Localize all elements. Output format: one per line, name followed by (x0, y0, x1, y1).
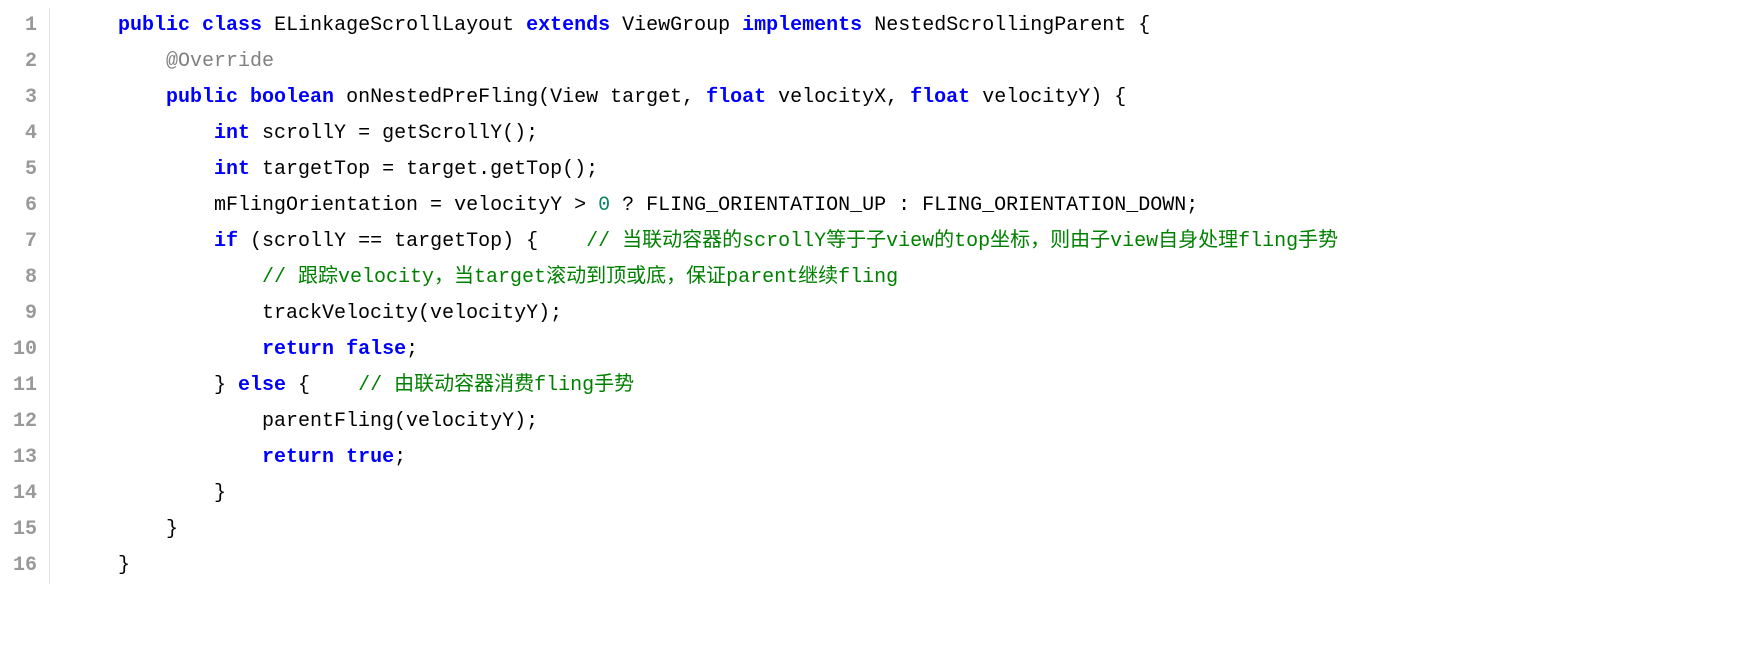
code-token-comment: // 当联动容器的scrollY等于子view的top坐标，则由子view自身处… (586, 230, 1338, 253)
line-number: 4 (0, 116, 37, 152)
code-token-plain: NestedScrollingParent { (862, 14, 1150, 37)
code-token-plain (190, 14, 202, 37)
code-token-kw: public (166, 86, 238, 109)
code-token-plain (70, 266, 262, 289)
line-number: 11 (0, 368, 37, 404)
line-number: 8 (0, 260, 37, 296)
code-token-annotation: @Override (166, 50, 274, 73)
code-token-kw: boolean (250, 86, 334, 109)
code-token-plain: parentFling(velocityY); (70, 410, 538, 433)
line-number-gutter: 12345678910111213141516 (0, 8, 50, 584)
code-token-kw: class (202, 14, 262, 37)
code-token-kw: if (214, 230, 238, 253)
code-token-plain: ; (394, 446, 406, 469)
code-token-plain: } (70, 374, 238, 397)
line-number: 9 (0, 296, 37, 332)
code-token-plain (70, 50, 166, 73)
code-token-plain: ViewGroup (610, 14, 742, 37)
code-line[interactable]: parentFling(velocityY); (70, 404, 1742, 440)
code-token-kw: int (214, 122, 250, 145)
code-line[interactable]: @Override (70, 44, 1742, 80)
code-token-kw: int (214, 158, 250, 181)
line-number: 1 (0, 8, 37, 44)
code-token-comment: // 跟踪velocity，当target滚动到顶或底，保证parent继续fl… (262, 266, 898, 289)
line-number: 10 (0, 332, 37, 368)
code-line[interactable]: int scrollY = getScrollY(); (70, 116, 1742, 152)
code-token-plain (70, 446, 262, 469)
code-line[interactable]: } (70, 476, 1742, 512)
line-number: 6 (0, 188, 37, 224)
code-token-plain: { (286, 374, 358, 397)
line-number: 2 (0, 44, 37, 80)
line-number: 12 (0, 404, 37, 440)
code-token-plain: targetTop = target.getTop(); (250, 158, 598, 181)
code-token-plain: } (70, 482, 226, 505)
code-token-plain (70, 338, 262, 361)
code-token-kw: float (910, 86, 970, 109)
code-token-plain (334, 338, 346, 361)
code-token-plain: ELinkageScrollLayout (262, 14, 526, 37)
code-token-plain: (scrollY == targetTop) { (238, 230, 586, 253)
code-line[interactable]: public class ELinkageScrollLayout extend… (70, 8, 1742, 44)
line-number: 16 (0, 548, 37, 584)
line-number: 15 (0, 512, 37, 548)
code-token-plain: trackVelocity(velocityY); (70, 302, 562, 325)
code-line[interactable]: trackVelocity(velocityY); (70, 296, 1742, 332)
code-token-plain (70, 86, 166, 109)
code-line[interactable]: return false; (70, 332, 1742, 368)
code-token-kw: public (118, 14, 190, 37)
line-number: 13 (0, 440, 37, 476)
code-token-comment: // 由联动容器消费fling手势 (358, 374, 634, 397)
code-token-plain: scrollY = getScrollY(); (250, 122, 538, 145)
code-line[interactable]: mFlingOrientation = velocityY > 0 ? FLIN… (70, 188, 1742, 224)
code-token-kw: return (262, 446, 334, 469)
code-token-kw: implements (742, 14, 862, 37)
line-number: 7 (0, 224, 37, 260)
code-token-plain: ? FLING_ORIENTATION_UP : FLING_ORIENTATI… (610, 194, 1198, 217)
code-token-plain (70, 158, 214, 181)
code-token-plain: mFlingOrientation = velocityY > (70, 194, 598, 217)
code-token-plain: } (70, 554, 130, 577)
code-token-plain: } (70, 518, 178, 541)
line-number: 5 (0, 152, 37, 188)
code-line[interactable]: } (70, 548, 1742, 584)
code-token-kw: false (346, 338, 406, 361)
code-token-kw: true (346, 446, 394, 469)
code-editor[interactable]: public class ELinkageScrollLayout extend… (50, 8, 1742, 584)
code-token-plain: ; (406, 338, 418, 361)
code-line[interactable]: if (scrollY == targetTop) { // 当联动容器的scr… (70, 224, 1742, 260)
code-token-plain (238, 86, 250, 109)
code-line[interactable]: return true; (70, 440, 1742, 476)
code-token-num: 0 (598, 194, 610, 217)
code-line[interactable]: int targetTop = target.getTop(); (70, 152, 1742, 188)
code-token-plain (70, 122, 214, 145)
code-token-kw: float (706, 86, 766, 109)
code-token-kw: else (238, 374, 286, 397)
code-line[interactable]: // 跟踪velocity，当target滚动到顶或底，保证parent继续fl… (70, 260, 1742, 296)
code-line[interactable]: public boolean onNestedPreFling(View tar… (70, 80, 1742, 116)
code-token-kw: extends (526, 14, 610, 37)
code-token-plain (334, 446, 346, 469)
code-token-plain (70, 14, 118, 37)
code-token-plain: velocityY) { (970, 86, 1126, 109)
code-line[interactable]: } (70, 512, 1742, 548)
code-line[interactable]: } else { // 由联动容器消费fling手势 (70, 368, 1742, 404)
code-token-plain: onNestedPreFling(View target, (334, 86, 706, 109)
code-token-plain (70, 230, 214, 253)
code-token-plain: velocityX, (766, 86, 910, 109)
code-token-kw: return (262, 338, 334, 361)
line-number: 3 (0, 80, 37, 116)
line-number: 14 (0, 476, 37, 512)
